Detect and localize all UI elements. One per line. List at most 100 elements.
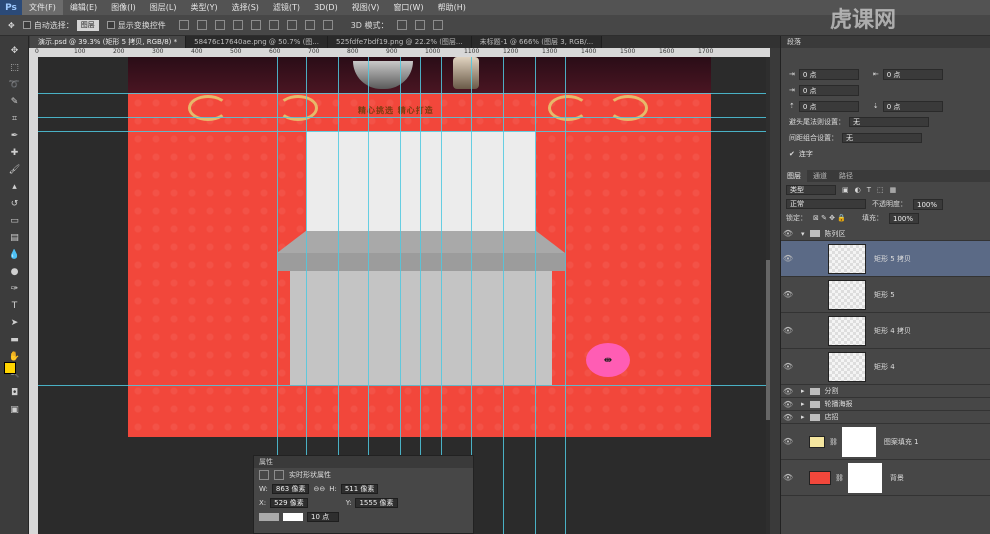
align-middle-icon[interactable] <box>196 20 207 30</box>
align-bottom-icon[interactable] <box>214 20 225 30</box>
chevron-right-icon[interactable]: ▸ <box>801 400 805 408</box>
eyedropper-tool-icon[interactable]: ✒ <box>7 129 22 142</box>
rules-dropdown[interactable]: 无 <box>849 117 929 127</box>
eye-icon[interactable]: 👁 <box>781 254 795 263</box>
menu-window[interactable]: 窗口(W) <box>386 0 430 15</box>
eraser-tool-icon[interactable]: ▭ <box>7 214 22 227</box>
display-shelf[interactable] <box>277 231 565 253</box>
healing-tool-icon[interactable]: ✚ <box>7 146 22 159</box>
scrollbar-thumb[interactable] <box>766 260 770 420</box>
blur-tool-icon[interactable]: 💧 <box>7 248 22 261</box>
tab-document[interactable]: 525fdfe7bdf19.png @ 22.2% (图层... <box>327 36 472 48</box>
layer-group-row[interactable]: 👁 ▸ 轮播海报 <box>781 398 990 411</box>
screen-mode-icon[interactable]: ▣ <box>7 403 22 416</box>
eye-icon[interactable]: 👁 <box>781 437 795 446</box>
lasso-tool-icon[interactable]: ➰ <box>7 78 22 91</box>
height-field[interactable]: 511 像素 <box>340 484 379 494</box>
history-brush-icon[interactable]: ↺ <box>7 197 22 210</box>
brush-tool-icon[interactable]: 🖌 <box>7 163 22 176</box>
tab-document[interactable]: 58476c17640ae.png @ 50.7% (图... <box>186 36 328 48</box>
tab-document[interactable]: 演示.psd @ 39.3% (矩形 5 拷贝, RGB/8) * <box>30 36 187 48</box>
distribute-icon[interactable] <box>304 20 315 30</box>
eye-icon[interactable]: 👁 <box>781 473 795 482</box>
stroke-width-field[interactable]: 10 点 <box>307 512 339 522</box>
align-top-icon[interactable] <box>178 20 189 30</box>
distribute-icon[interactable] <box>322 20 333 30</box>
align-left-icon[interactable] <box>232 20 243 30</box>
3d-roll-icon[interactable] <box>414 20 425 30</box>
foreground-color-swatch[interactable] <box>4 362 16 374</box>
tab-document[interactable]: 未标题-1 @ 666% (图层 3, RGB/... <box>471 36 603 48</box>
auto-select-checkbox[interactable] <box>22 21 31 29</box>
stroke-swatch[interactable] <box>283 513 303 521</box>
fill-swatch[interactable] <box>259 513 279 521</box>
crop-tool-icon[interactable]: ⌗ <box>7 112 22 125</box>
eye-icon[interactable]: 👁 <box>781 400 795 409</box>
menu-select[interactable]: 选择(S) <box>225 0 266 15</box>
shape-properties-icon[interactable] <box>259 470 269 480</box>
lock-icon[interactable]: ⊠ ✎ ✥ 🔒 <box>813 214 846 222</box>
guide-line[interactable] <box>38 385 766 386</box>
move-tool-icon[interactable]: ✥ <box>8 21 15 30</box>
dodge-tool-icon[interactable]: ● <box>7 265 22 278</box>
quick-select-tool-icon[interactable]: ✎ <box>7 95 22 108</box>
3d-rotate-icon[interactable] <box>396 20 407 30</box>
layer-row[interactable]: 👁 矩形 4 拷贝 <box>781 313 990 349</box>
align-right-icon[interactable] <box>268 20 279 30</box>
layer-row[interactable]: 👁 ⛓ 背景 <box>781 460 990 496</box>
layer-group-row[interactable]: 👁 ▸ 店招 <box>781 411 990 424</box>
gradient-tool-icon[interactable]: ▤ <box>7 231 22 244</box>
distribute-icon[interactable] <box>286 20 297 30</box>
guide-line[interactable] <box>565 57 566 534</box>
quick-mask-icon[interactable]: ◘ <box>7 386 22 399</box>
path-select-tool-icon[interactable]: ➤ <box>7 316 22 329</box>
tab-layers[interactable]: 图层 <box>781 170 807 182</box>
menu-filter[interactable]: 滤镜(T) <box>266 0 307 15</box>
menu-edit[interactable]: 编辑(E) <box>63 0 104 15</box>
layer-row[interactable]: 👁 矩形 4 <box>781 349 990 385</box>
space-before-field[interactable]: 0 点 <box>798 100 859 112</box>
type-tool-icon[interactable]: T <box>7 299 22 312</box>
move-tool-icon[interactable]: ✥ <box>7 44 22 57</box>
align-center-icon[interactable] <box>250 20 261 30</box>
width-field[interactable]: 863 像素 <box>271 484 310 494</box>
display-rect-gray[interactable] <box>290 271 552 385</box>
chevron-right-icon[interactable]: ▸ <box>801 413 805 421</box>
y-field[interactable]: 1555 像素 <box>355 498 398 508</box>
layer-row[interactable]: 👁 矩形 5 拷贝 <box>781 241 990 277</box>
link-icon[interactable]: ⊖⊖ <box>313 485 325 493</box>
chevron-down-icon[interactable]: ▾ <box>801 230 805 238</box>
menu-view[interactable]: 视图(V) <box>345 0 387 15</box>
indent-first-field[interactable]: 0 点 <box>798 84 859 96</box>
marquee-tool-icon[interactable]: ⬚ <box>7 61 22 74</box>
space-after-field[interactable]: 0 点 <box>882 100 943 112</box>
show-transform-checkbox[interactable] <box>106 21 115 29</box>
indent-left-field[interactable]: 0 点 <box>798 68 859 80</box>
hyphen-checkbox[interactable]: ✔ <box>789 150 795 158</box>
menu-help[interactable]: 帮助(H) <box>431 0 473 15</box>
menu-image[interactable]: 图像(I) <box>104 0 143 15</box>
menu-layer[interactable]: 图层(L) <box>143 0 184 15</box>
layer-group-row[interactable]: 👁 ▸ 分割 <box>781 385 990 398</box>
layer-group-row[interactable]: 👁 ▾ 陈列区 <box>781 227 990 241</box>
opacity-field[interactable]: 100% <box>913 198 943 210</box>
eye-icon[interactable]: 👁 <box>781 290 795 299</box>
eye-icon[interactable]: 👁 <box>781 326 795 335</box>
guide-line[interactable] <box>38 131 766 132</box>
x-field[interactable]: 529 像素 <box>270 498 308 508</box>
layer-row[interactable]: 👁 ⛓ 图案填充 1 <box>781 424 990 460</box>
guide-line[interactable] <box>38 117 766 118</box>
3d-pan-icon[interactable] <box>432 20 443 30</box>
chevron-right-icon[interactable]: ▸ <box>801 387 805 395</box>
pen-tool-icon[interactable]: ✑ <box>7 282 22 295</box>
mask-icon[interactable] <box>274 470 284 480</box>
tab-channels[interactable]: 通道 <box>807 170 833 182</box>
stamp-tool-icon[interactable]: ▴ <box>7 180 22 193</box>
filter-smart-icon[interactable]: ▦ <box>890 186 897 194</box>
guide-line[interactable] <box>503 57 504 534</box>
display-rect-white[interactable] <box>306 131 536 231</box>
menu-type[interactable]: 类型(Y) <box>183 0 224 15</box>
indent-right-field[interactable]: 0 点 <box>882 68 943 80</box>
shape-tool-icon[interactable]: ▬ <box>7 333 22 346</box>
guide-line[interactable] <box>38 93 766 94</box>
